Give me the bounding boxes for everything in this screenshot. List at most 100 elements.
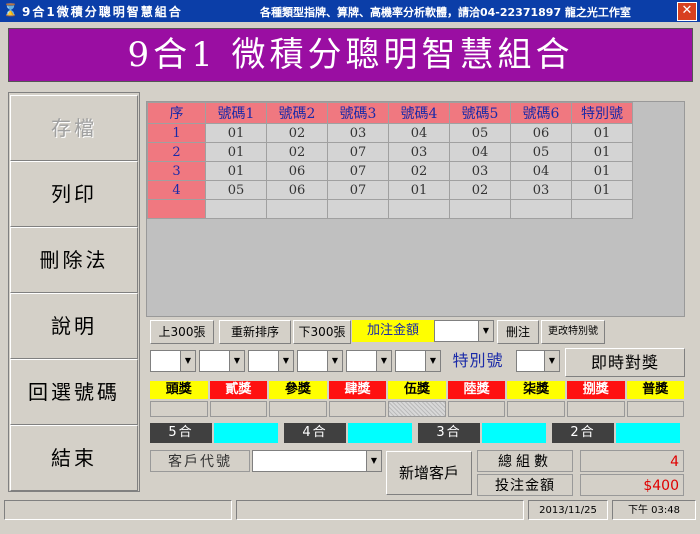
table-cell[interactable]: 04 — [449, 142, 511, 162]
table-cell[interactable]: 03 — [327, 123, 389, 143]
number-grid[interactable]: 序 號碼1 號碼2 號碼3 號碼4 號碼5 號碼6 特別號 1 01 02 03… — [146, 101, 685, 317]
chevron-down-icon[interactable]: ▼ — [478, 321, 493, 341]
row-index: 3 — [147, 161, 206, 181]
table-cell[interactable] — [205, 199, 267, 219]
table-cell[interactable]: 01 — [205, 142, 267, 162]
table-row[interactable]: 4 05 06 07 01 02 03 01 — [147, 180, 633, 200]
table-cell[interactable]: 01 — [571, 123, 633, 143]
draw-number-select-3[interactable]: ▼ — [248, 350, 294, 372]
table-cell[interactable]: 04 — [388, 123, 450, 143]
match-label: 2合 — [552, 423, 614, 443]
table-cell[interactable]: 07 — [327, 142, 389, 162]
table-row-empty[interactable] — [147, 199, 633, 219]
app-icon[interactable]: ⌛ — [3, 3, 18, 17]
chevron-down-icon[interactable]: ▼ — [366, 451, 381, 471]
table-row[interactable]: 1 01 02 03 04 05 06 01 — [147, 123, 633, 143]
chevron-down-icon[interactable]: ▼ — [327, 351, 342, 371]
table-cell[interactable]: 01 — [388, 180, 450, 200]
table-cell[interactable] — [266, 199, 328, 219]
resort-button[interactable]: 重新排序 — [219, 320, 291, 344]
prev-300-button[interactable]: 上300張 — [150, 320, 214, 344]
match-label: 3合 — [418, 423, 480, 443]
table-cell[interactable]: 07 — [327, 161, 389, 181]
table-cell[interactable]: 01 — [571, 161, 633, 181]
table-cell[interactable]: 05 — [510, 142, 572, 162]
draw-number-select-5[interactable]: ▼ — [346, 350, 392, 372]
prize-label: 捌獎 — [566, 381, 625, 399]
change-special-button[interactable]: 更改特別號 — [541, 320, 605, 344]
table-cell[interactable]: 04 — [510, 161, 572, 181]
table-cell[interactable] — [449, 199, 511, 219]
special-number-label: 特別號 — [452, 351, 504, 370]
match-value — [616, 423, 680, 443]
draw-number-select-2[interactable]: ▼ — [199, 350, 245, 372]
special-number-select[interactable]: ▼ — [516, 350, 560, 372]
table-cell[interactable]: 03 — [388, 142, 450, 162]
table-cell[interactable]: 05 — [205, 180, 267, 200]
table-cell[interactable]: 01 — [205, 123, 267, 143]
chevron-down-icon[interactable]: ▼ — [229, 351, 244, 371]
prize-count-box — [626, 401, 685, 417]
draw-number-select-6[interactable]: ▼ — [395, 350, 441, 372]
window-subtitle: 各種類型指牌、算牌、高機率分析軟體，請洽04-22371897 龍之光工作室 — [260, 6, 631, 19]
prize-count-box — [269, 401, 327, 417]
table-row[interactable]: 3 01 06 07 02 03 04 01 — [147, 161, 633, 181]
print-button[interactable]: 列印 — [10, 161, 138, 227]
table-cell[interactable]: 01 — [205, 161, 267, 181]
table-cell[interactable] — [571, 199, 633, 219]
prize-count-box — [209, 401, 268, 417]
prize-count-box — [507, 401, 565, 417]
table-cell[interactable] — [388, 199, 450, 219]
table-cell[interactable]: 02 — [388, 161, 450, 181]
draw-number-select-1[interactable]: ▼ — [150, 350, 196, 372]
help-button[interactable]: 說明 — [10, 293, 138, 359]
add-customer-button[interactable]: 新增客戶 — [386, 451, 472, 495]
table-cell[interactable]: 05 — [449, 123, 511, 143]
next-300-button[interactable]: 下300張 — [293, 320, 351, 344]
prize-label: 普獎 — [626, 381, 685, 399]
draw-number-select-4[interactable]: ▼ — [297, 350, 343, 372]
reselect-numbers-button[interactable]: 回選號碼 — [10, 359, 138, 425]
number-table: 序 號碼1 號碼2 號碼3 號碼4 號碼5 號碼6 特別號 1 01 02 03… — [147, 102, 633, 219]
chevron-down-icon[interactable]: ▼ — [544, 351, 559, 371]
column-header: 號碼5 — [449, 102, 511, 124]
prize-count-box — [566, 401, 625, 417]
table-cell[interactable]: 06 — [510, 123, 572, 143]
chevron-down-icon[interactable]: ▼ — [278, 351, 293, 371]
delete-bet-button[interactable]: 刪注 — [497, 320, 539, 344]
column-header: 序 — [147, 102, 206, 124]
delete-method-button[interactable]: 刪除法 — [10, 227, 138, 293]
close-button[interactable]: ✕ — [677, 2, 697, 21]
save-button[interactable]: 存檔 — [10, 95, 138, 161]
prize-counts — [150, 401, 686, 419]
chevron-down-icon[interactable]: ▼ — [376, 351, 391, 371]
match-counts: 5合 4合 3合 2合 — [150, 423, 686, 443]
match-value — [348, 423, 412, 443]
table-cell[interactable] — [510, 199, 572, 219]
prize-label: 陸獎 — [447, 381, 506, 399]
customer-code-select[interactable]: ▼ — [252, 450, 382, 472]
table-cell[interactable]: 06 — [266, 161, 328, 181]
table-row[interactable]: 2 01 02 07 03 04 05 01 — [147, 142, 633, 162]
table-cell[interactable]: 02 — [266, 123, 328, 143]
table-cell[interactable]: 06 — [266, 180, 328, 200]
app-banner: 9合1 微積分聰明智慧組合 — [8, 28, 693, 82]
table-cell[interactable]: 03 — [449, 161, 511, 181]
table-cell[interactable] — [327, 199, 389, 219]
exit-button[interactable]: 結束 — [10, 425, 138, 491]
table-header-row: 序 號碼1 號碼2 號碼3 號碼4 號碼5 號碼6 特別號 — [147, 102, 633, 124]
match-label: 5合 — [150, 423, 212, 443]
table-cell[interactable]: 03 — [510, 180, 572, 200]
table-cell[interactable]: 01 — [571, 142, 633, 162]
add-amount-select[interactable]: ▼ — [434, 320, 494, 342]
chevron-down-icon[interactable]: ▼ — [425, 351, 440, 371]
table-cell[interactable]: 02 — [266, 142, 328, 162]
status-bar: 2013/11/25 下午 03:48 — [0, 500, 700, 522]
table-cell[interactable]: 01 — [571, 180, 633, 200]
prize-label: 參獎 — [269, 381, 327, 399]
table-cell[interactable]: 02 — [449, 180, 511, 200]
table-cell[interactable]: 07 — [327, 180, 389, 200]
instant-check-button[interactable]: 即時對獎 — [565, 348, 685, 377]
prize-count-box — [150, 401, 208, 417]
chevron-down-icon[interactable]: ▼ — [180, 351, 195, 371]
